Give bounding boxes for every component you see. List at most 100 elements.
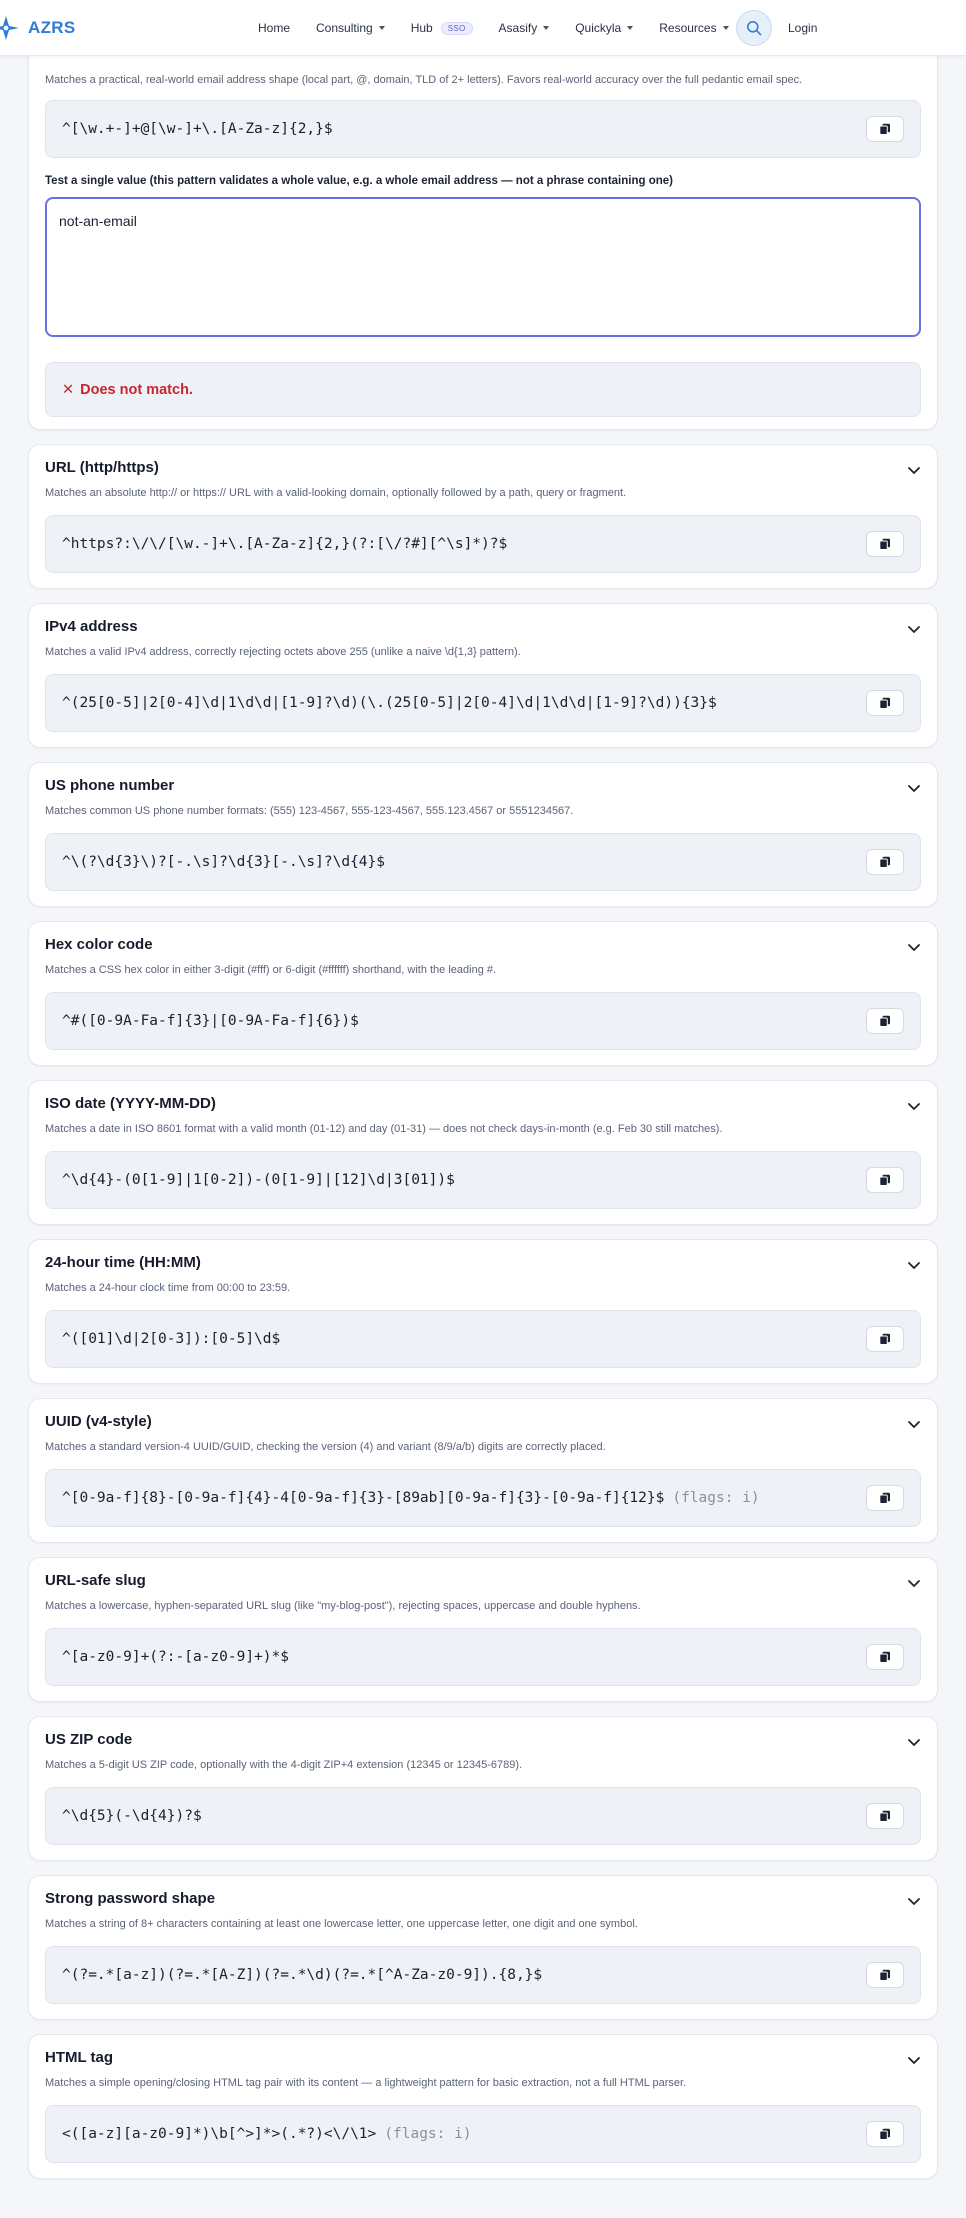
chevron-down-icon[interactable] [907,1735,921,1749]
regex-pattern: ^([01]\d|2[0-3]):[0-5]\d$ [62,1331,281,1347]
regex-pattern: ^\d{4}-(0[1-9]|1[0-2])-(0[1-9]|[12]\d|3[… [62,1172,455,1188]
regex-pattern-row: ^https?:\/\/[\w.-]+\.[A-Za-z]{2,}(?:[\/?… [62,516,507,572]
card-description: Matches a practical, real-world email ad… [45,74,803,86]
copy-button[interactable] [866,690,904,716]
pattern-box: <([a-z][a-z0-9]*)\b[^>]*>(.*?)<\/\1> (fla… [45,2105,921,2163]
nav-item-consulting[interactable]: Consulting [316,21,385,35]
test-input-label: Test a single value (this pattern valida… [45,175,673,187]
pattern-box: ^\(?\d{3}\)?[-.\s]?\d{3}[-.\s]?\d{4}$ [45,833,921,891]
regex-pattern-row: ^\d{5}(-\d{4})?$ [62,1788,202,1844]
chevron-down-icon[interactable] [907,1258,921,1272]
test-value-textarea[interactable] [45,197,921,337]
main-nav: Home Consulting Hub SSO Asasify Quickyla… [258,0,755,56]
chevron-down-icon[interactable] [907,940,921,954]
chevron-down-icon[interactable] [907,1576,921,1590]
nav-label: Quickyla [575,21,622,35]
copy-button[interactable] [866,849,904,875]
regex-pattern: ^[0-9a-f]{8}-[0-9a-f]{4}-4[0-9a-f]{3}-[8… [62,1490,665,1506]
regex-pattern-row: ^\(?\d{3}\)?[-.\s]?\d{3}[-.\s]?\d{4}$ [62,834,385,890]
nav-label: Home [258,21,291,35]
card-title: URL-safe slug [45,1572,146,1589]
copy-button[interactable] [866,1008,904,1034]
pattern-card-us-zip: US ZIP code Matches a 5-digit US ZIP cod… [28,1716,938,1861]
regex-pattern-row: ^#([0-9A-Fa-f]{3}|[0-9A-Fa-f]{6})$ [62,993,359,1049]
card-description: Matches common US phone number formats: … [45,805,574,817]
card-description: Matches a CSS hex color in either 3-digi… [45,964,497,976]
caret-down-icon [627,26,634,30]
chevron-down-icon[interactable] [907,1894,921,1908]
chevron-down-icon[interactable] [907,622,921,636]
copy-icon [879,123,890,135]
regex-pattern-row: ^\d{4}-(0[1-9]|1[0-2])-(0[1-9]|[12]\d|3[… [62,1152,455,1208]
nav-label: Consulting [316,21,373,35]
card-title: US ZIP code [45,1731,133,1748]
sso-badge: SSO [440,21,473,35]
match-result-text: Does not match. [80,381,193,398]
card-title: ISO date (YYYY-MM-DD) [45,1095,216,1112]
nav-item-hub[interactable]: Hub SSO [411,21,473,35]
regex-pattern: ^[a-z0-9]+(?:-[a-z0-9]+)*$ [62,1649,289,1665]
copy-button[interactable] [866,1485,904,1511]
copy-icon [879,856,890,868]
pattern-card-24h-time: 24-hour time (HH:MM) Matches a 24-hour c… [28,1239,938,1384]
pattern-box: ^[\w.+-]+@[\w-]+\.[A-Za-z]{2,}$ [45,100,921,158]
card-title: URL (http/https) [45,459,159,476]
pattern-box: ^https?:\/\/[\w.-]+\.[A-Za-z]{2,}(?:[\/?… [45,515,921,573]
copy-button[interactable] [866,1803,904,1829]
match-result: ✕ Does not match. [45,362,921,417]
card-description: Matches a valid IPv4 address, correctly … [45,646,521,658]
pattern-box: ^(?=.*[a-z])(?=.*[A-Z])(?=.*\d)(?=.*[^A-… [45,1946,921,2004]
chevron-down-icon[interactable] [907,2053,921,2067]
nav-label: Hub [410,21,433,35]
caret-down-icon [722,26,729,30]
copy-button[interactable] [866,1326,904,1352]
regex-pattern: ^(?=.*[a-z])(?=.*[A-Z])(?=.*\d)(?=.*[^A-… [62,1967,543,1983]
copy-button[interactable] [866,116,904,142]
copy-button[interactable] [866,1167,904,1193]
pattern-card-email: Matches a practical, real-world email ad… [28,40,938,430]
pattern-card-uuid: UUID (v4-style) Matches a standard versi… [28,1398,938,1543]
card-title: IPv4 address [45,618,138,635]
nav-item-resources[interactable]: Resources [659,21,729,35]
copy-button[interactable] [866,1962,904,1988]
pattern-card-url-slug: URL-safe slug Matches a lowercase, hyphe… [28,1557,938,1702]
pattern-box: ^[0-9a-f]{8}-[0-9a-f]{4}-4[0-9a-f]{3}-[8… [45,1469,921,1527]
nav-item-asasify[interactable]: Asasify [499,21,550,35]
nav-item-home[interactable]: Home [258,21,290,35]
copy-button[interactable] [866,531,904,557]
chevron-down-icon[interactable] [907,781,921,795]
logo-icon [0,16,19,40]
regex-flags: (flags: i) [672,1490,760,1506]
brand-logo[interactable]: AZRS [0,12,75,44]
pattern-card-html-tag: HTML tag Matches a simple opening/closin… [28,2034,938,2179]
pattern-card-ipv4: IPv4 address Matches a valid IPv4 addres… [28,603,938,748]
card-description: Matches a 24-hour clock time from 00:00 … [45,1282,291,1294]
regex-pattern-row: <([a-z][a-z0-9]*)\b[^>]*>(.*?)<\/\1> (fla… [62,2106,472,2162]
regex-pattern: ^\d{5}(-\d{4})?$ [62,1808,202,1824]
copy-button[interactable] [866,2121,904,2147]
search-icon [747,21,762,36]
caret-down-icon [543,26,550,30]
copy-icon [879,1174,890,1186]
login-link[interactable]: Login [788,0,817,56]
copy-icon [879,538,890,550]
chevron-down-icon[interactable] [907,463,921,477]
chevron-down-icon[interactable] [907,1099,921,1113]
regex-pattern-row: ^[a-z0-9]+(?:-[a-z0-9]+)*$ [62,1629,289,1685]
regex-pattern: ^\(?\d{3}\)?[-.\s]?\d{3}[-.\s]?\d{4}$ [62,854,386,870]
nav-item-quickyla[interactable]: Quickyla [575,21,634,35]
copy-button[interactable] [866,1644,904,1670]
chevron-down-icon[interactable] [907,1417,921,1431]
copy-icon [879,1492,890,1504]
card-description: Matches a date in ISO 8601 format with a… [45,1123,723,1135]
card-title: UUID (v4-style) [45,1413,152,1430]
pattern-card-url: URL (http/https) Matches an absolute htt… [28,444,938,589]
search-button[interactable] [736,10,772,46]
no-match-icon: ✕ [62,381,75,398]
copy-icon [879,697,890,709]
card-description: Matches an absolute http:// or https:// … [45,487,627,499]
pattern-box: ^\d{4}-(0[1-9]|1[0-2])-(0[1-9]|[12]\d|3[… [45,1151,921,1209]
card-title: Strong password shape [45,1890,216,1907]
top-navbar: AZRS Home Consulting Hub SSO Asasify Qui… [0,0,966,56]
copy-icon [879,1969,890,1981]
